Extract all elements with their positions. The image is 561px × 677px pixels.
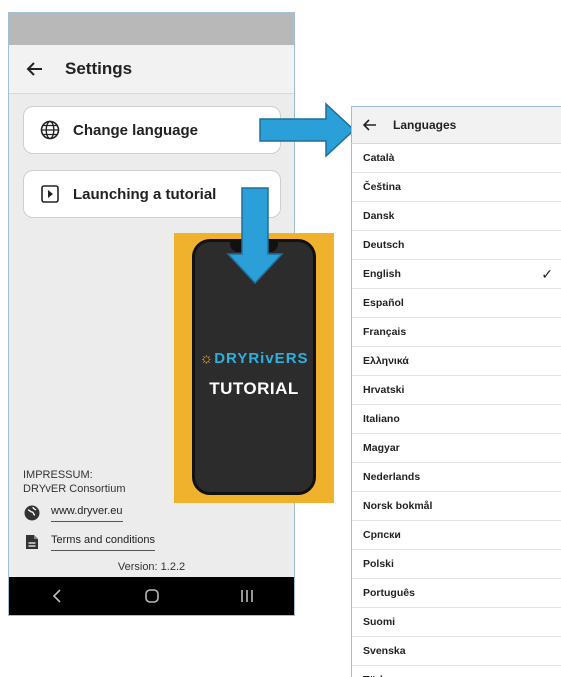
version-text: Version: 1.2.2 [117, 561, 186, 573]
website-link[interactable]: www.dryver.eu [51, 505, 123, 522]
impressum: IMPRESSUM: DRYvER Consortium [23, 468, 126, 496]
language-label: English [363, 268, 401, 280]
language-list: Català Čeština Dansk Deutsch English ✓ Español… [352, 144, 561, 677]
tutorial-label: TUTORIAL [209, 379, 299, 398]
checkmark-icon: ✓ [541, 265, 553, 282]
android-navbar [9, 577, 294, 615]
terms-row: Terms and conditions [23, 533, 155, 551]
language-label: Português [363, 587, 415, 599]
settings-topbar: Settings [9, 45, 294, 94]
status-bar [9, 13, 294, 45]
language-item[interactable]: Italiano [352, 405, 561, 434]
language-item[interactable]: Dansk [352, 202, 561, 231]
language-label: Svenska [363, 645, 406, 657]
language-label: Nederlands [363, 471, 421, 483]
language-item[interactable]: English ✓ [352, 260, 561, 289]
language-item[interactable]: Norsk bokmål [352, 492, 561, 521]
phone-mockup: ☼DRYRivERS TUTORIAL [192, 239, 316, 495]
language-item[interactable]: Català [352, 144, 561, 173]
web-globe-icon [23, 504, 41, 522]
language-item[interactable]: Português [352, 579, 561, 608]
language-label: Suomi [363, 616, 396, 628]
page-title: Settings [65, 59, 133, 78]
nav-recents-icon[interactable] [227, 581, 267, 611]
website-row: www.dryver.eu [23, 504, 123, 522]
language-label: Dansk [363, 210, 395, 222]
language-item[interactable]: Svenska [352, 637, 561, 666]
change-language-label: Change language [73, 121, 199, 139]
nav-back-icon[interactable] [37, 581, 77, 611]
phone-notch [230, 242, 278, 252]
language-item[interactable]: Nederlands [352, 463, 561, 492]
impressum-title: IMPRESSUM: [23, 469, 93, 481]
language-item[interactable]: Français [352, 318, 561, 347]
language-item[interactable]: Hrvatski [352, 376, 561, 405]
change-language-button[interactable]: Change language [23, 106, 281, 154]
impressum-org: DRYvER Consortium [23, 483, 126, 495]
language-label: Español [363, 297, 404, 309]
nav-home-icon[interactable] [132, 581, 172, 611]
language-label: Hrvatski [363, 384, 405, 396]
globe-icon [39, 119, 61, 141]
language-item[interactable]: Español [352, 289, 561, 318]
language-item[interactable]: Magyar [352, 434, 561, 463]
language-item[interactable]: Suomi [352, 608, 561, 637]
play-icon [39, 183, 61, 205]
language-label: Norsk bokmål [363, 500, 433, 512]
language-item[interactable]: Polski [352, 550, 561, 579]
language-label: Čeština [363, 181, 401, 193]
launch-tutorial-button[interactable]: Launching a tutorial [23, 170, 281, 218]
languages-back-arrow-icon[interactable] [361, 116, 379, 134]
language-label: Italiano [363, 413, 400, 425]
language-item[interactable]: Čeština [352, 173, 561, 202]
language-label: Deutsch [363, 239, 405, 251]
tutorial-preview: ☼DRYRivERS TUTORIAL [174, 233, 334, 503]
language-label: Српски [363, 529, 401, 541]
language-label: Ελληνικά [363, 355, 409, 367]
launch-tutorial-label: Launching a tutorial [73, 185, 217, 203]
terms-link[interactable]: Terms and conditions [51, 534, 155, 551]
language-item[interactable]: Deutsch [352, 231, 561, 260]
languages-header: Languages [352, 107, 561, 144]
languages-screen: Languages Català Čeština Dansk Deutsch Engli… [351, 106, 561, 677]
languages-title: Languages [393, 118, 457, 132]
language-item[interactable]: Ελληνικά [352, 347, 561, 376]
dryrivers-logo: ☼DRYRivERS [199, 350, 309, 367]
language-label: Magyar [363, 442, 400, 454]
language-item[interactable]: Српски [352, 521, 561, 550]
document-icon [23, 533, 41, 551]
language-item[interactable]: Türkçe [352, 666, 561, 677]
language-label: Français [363, 326, 407, 338]
back-arrow-icon[interactable] [23, 57, 47, 81]
language-label: Polski [363, 558, 394, 570]
language-label: Català [363, 152, 395, 164]
